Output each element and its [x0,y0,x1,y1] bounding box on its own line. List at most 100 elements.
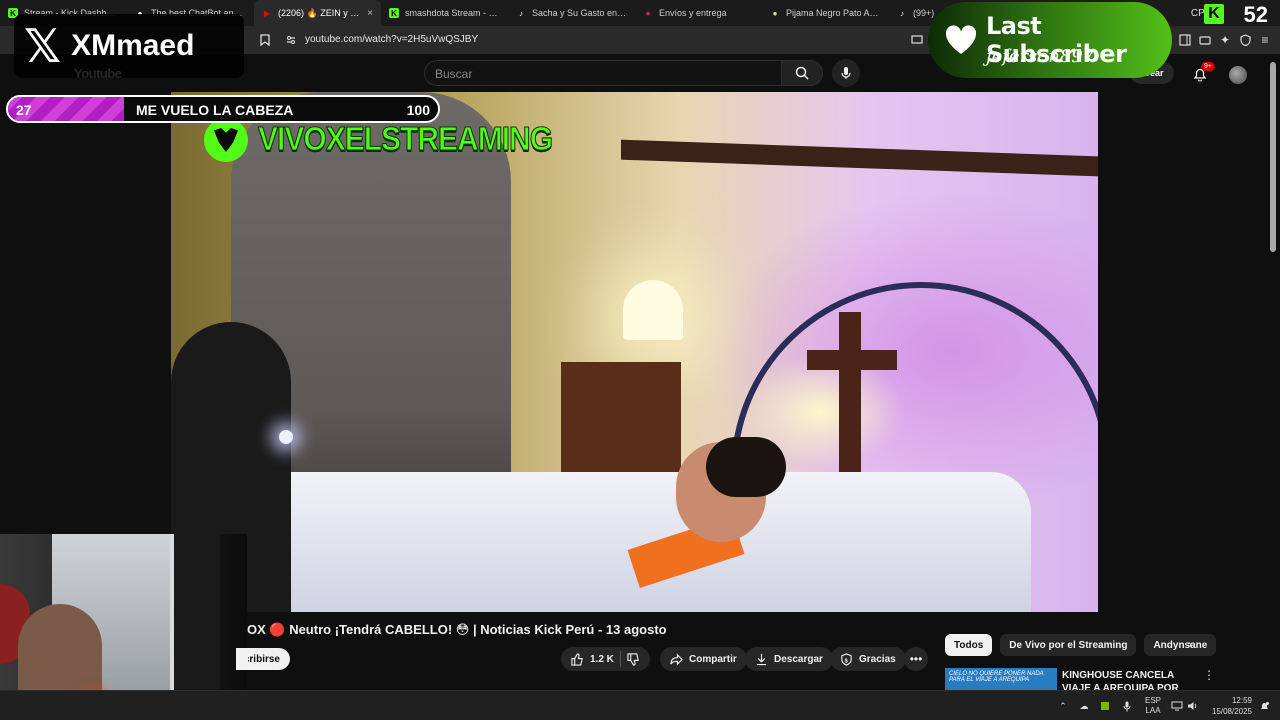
like-divider [619,651,621,667]
youtube-icon: ▶ [263,8,271,18]
browser-tab[interactable]: Ksmashdota Stream - Watch [381,0,508,26]
search-placeholder: Buscar [435,67,473,81]
menu-icon[interactable]: ≡ [1258,33,1272,47]
last-subscriber-widget: Last Subscriber jeferson897 [928,2,1172,78]
close-tab-icon[interactable]: × [367,8,373,19]
video-frame-cross [839,312,861,492]
notification-count-badge: 9+ [1201,62,1215,71]
browser-tab[interactable]: ▶ (2206) 🔥 ZEIN y S... × [254,0,381,26]
like-dislike-group: 1.2 K [561,647,650,671]
like-count[interactable]: 1.2 K [590,654,614,665]
x-logo-icon: 𝕏 [24,20,62,72]
network-icon[interactable] [1170,700,1184,712]
recommended-video-thumbnail[interactable]: CIELO NO QUIERE PONER NADA PARA EL VIAJE… [945,668,1057,690]
notification-center-icon[interactable] [1257,700,1271,712]
search-button[interactable] [781,60,823,86]
wallet-icon[interactable] [1198,33,1212,47]
video-frame-hair [706,437,786,497]
share-icon [670,653,683,665]
search-input[interactable]: Buscar [424,60,781,86]
svg-text:$: $ [845,658,849,664]
microphone-icon [841,67,851,79]
heart-icon [945,25,977,54]
last-subscriber-name: jeferson897 [986,46,1095,67]
clock-date: 15/08/2025 [1211,707,1252,716]
video-frame-lamp [623,280,683,340]
input-language-bottom: LAA [1145,706,1161,715]
subscribe-label: Suscribirse [248,653,280,665]
thumbs-down-icon[interactable] [627,652,640,666]
browser-tab-title: Envíos y entrega [659,8,727,18]
nvidia-icon[interactable] [1098,700,1112,712]
bookmark-icon[interactable] [258,33,272,47]
more-horizontal-icon: ••• [909,652,923,666]
thanks-button[interactable]: $ Gracias [830,647,906,671]
download-button[interactable]: Descargar [745,647,833,671]
thumbs-up-icon[interactable] [571,652,584,666]
volume-icon[interactable] [1186,700,1200,712]
filter-chip[interactable]: Andynsane [1144,634,1217,656]
thanks-label: Gracias [859,653,896,665]
cpu-value: 52 [1243,2,1268,27]
ai-sparkle-icon[interactable]: ✦ [1218,33,1232,47]
kick-logo-icon: K [1204,4,1224,24]
subscribe-button[interactable]: Suscribirse [236,648,290,670]
clock-time: 12:59 [1231,696,1252,705]
browser-tab-title: Sacha y Su Gasto en Roblox [532,8,627,18]
streamer-handle: XMmaed [71,29,195,62]
kick-icon: K [389,8,399,18]
shop-icon: ● [772,8,778,18]
goal-max: 100 [406,102,430,118]
site-info-icon[interactable] [284,33,298,47]
video-frame-bed [251,472,1031,612]
input-language-top: ESP [1145,696,1162,705]
super-thanks-icon: $ [841,652,852,666]
goal-title: ME VUELO LA CABEZA [136,102,294,118]
browser-tab[interactable]: ♪ Sacha y Su Gasto en Roblox [508,0,635,26]
clock[interactable]: 12:59 15/08/2025 [1206,695,1252,717]
os-taskbar: ⌃ ☁ ESP LAA 12:59 15/08/2025 [0,690,1280,720]
chevron-right-icon[interactable]: › [1188,637,1192,651]
page-scrollbar[interactable] [1270,62,1276,252]
cloud-icon[interactable]: ☁ [1077,700,1091,712]
tiktok-icon: ♪ [900,8,904,18]
browser-tab-title: smashdota Stream - Watch [405,8,500,18]
channel-watermark-text: VIVOXELSTREAMING [257,121,553,158]
download-icon [756,653,767,665]
filter-chip[interactable]: Todos [945,634,993,656]
voice-search-button[interactable] [832,59,860,87]
tiktok-icon: ♪ [519,8,523,18]
store-icon: ● [645,8,651,18]
sidebar-icon[interactable] [1178,33,1192,47]
search-icon [795,66,809,80]
video-player[interactable] [171,92,1098,612]
more-vertical-icon[interactable]: ⋮ [1203,668,1215,682]
url-input[interactable]: youtube.com/watch?v=2H5uVwQSJBY [305,34,478,45]
filter-chip[interactable]: De Vivo por el Streaming [1000,634,1137,656]
chevron-up-icon[interactable]: ⌃ [1056,700,1070,712]
goal-progress-bar: 27 ME VUELO LA CABEZA 100 [6,95,440,123]
download-label: Descargar [774,653,823,665]
browser-tab[interactable]: ● Pijama Negro Pato Adulto [762,0,889,26]
video-title: OX 🔴 Neutro ¡Tendrá CABELLO! 😳 | Noticia… [247,622,667,637]
browser-tab[interactable]: ● Envíos y entrega [635,0,762,26]
browser-tab-title: (2206) 🔥 ZEIN y S... [278,7,362,18]
microphone-tray-icon[interactable] [1120,700,1134,712]
browser-tab-title: Pijama Negro Pato Adulto [786,8,881,18]
video-frame-flashlight [279,430,293,444]
goal-current: 27 [16,102,32,118]
channel-watermark: VIVOXELSTREAMING [204,118,554,162]
shield-icon[interactable] [1238,33,1252,47]
recommended-video-title[interactable]: KINGHOUSE CANCELA VIAJE A AREQUIPA POR C… [1062,669,1202,691]
more-actions-button[interactable]: ••• [904,647,928,671]
input-language[interactable]: ESP LAA [1145,696,1161,716]
video-frame-cross-bar [807,350,897,370]
recommended-thumb-text: CIELO NO QUIERE PONER NADA PARA EL VIAJE… [949,671,1044,683]
cast-icon[interactable] [910,33,924,47]
video-frame-wall-trim [621,139,1098,177]
share-button[interactable]: Compartir [660,647,747,671]
account-avatar[interactable] [1229,66,1247,84]
channel-watermark-logo-icon [204,118,248,162]
screen: K Stream - Kick Dashboard ● The best ChatBo… [0,0,1280,720]
recommendation-chips: Todos De Vivo por el Streaming Andynsane [945,634,1217,656]
